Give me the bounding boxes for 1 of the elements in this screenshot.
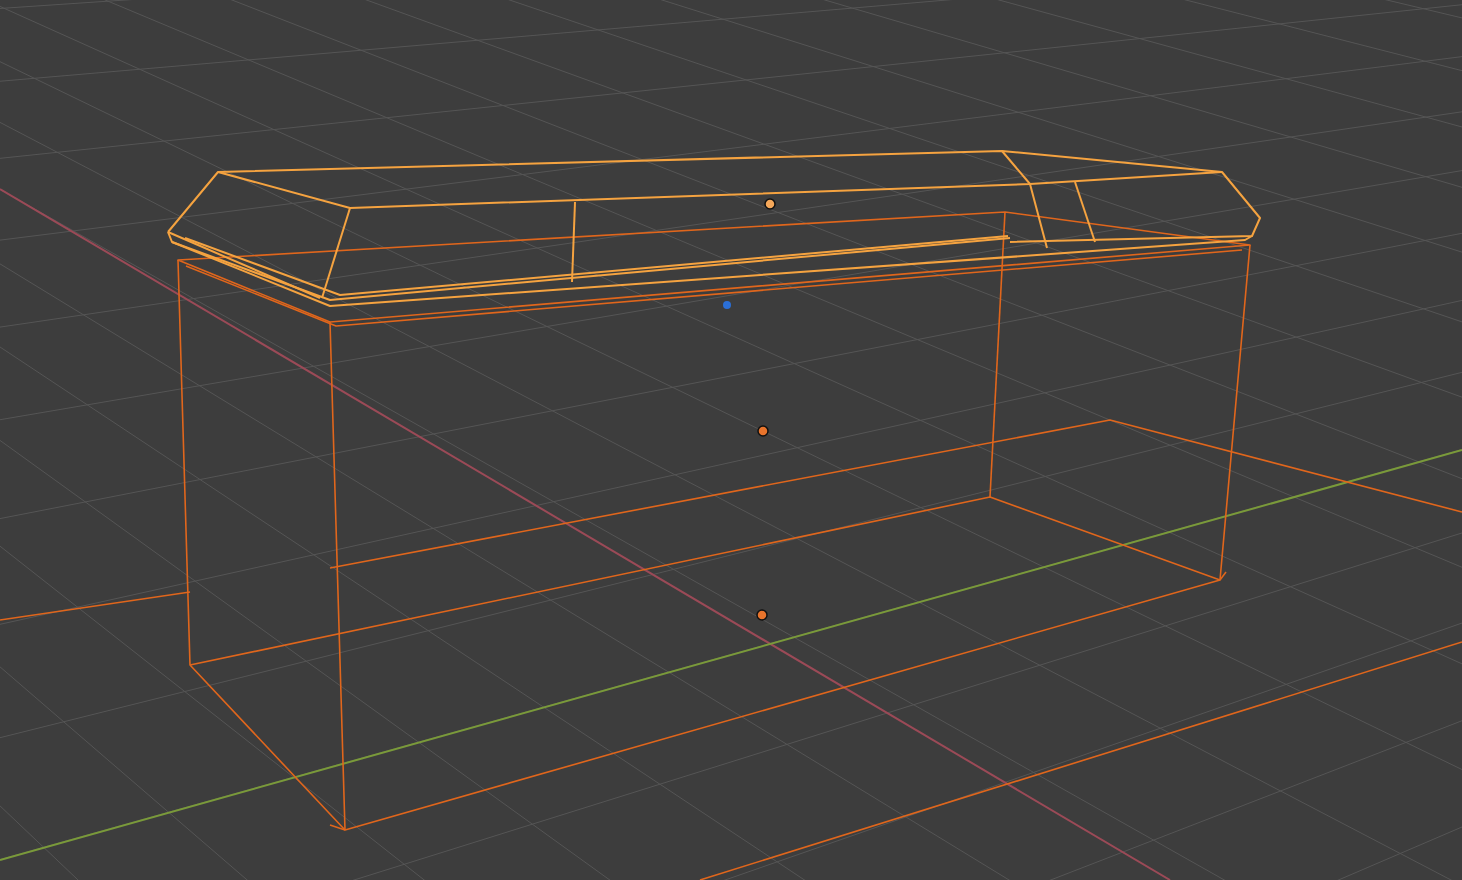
pivot-dot [723, 301, 731, 309]
